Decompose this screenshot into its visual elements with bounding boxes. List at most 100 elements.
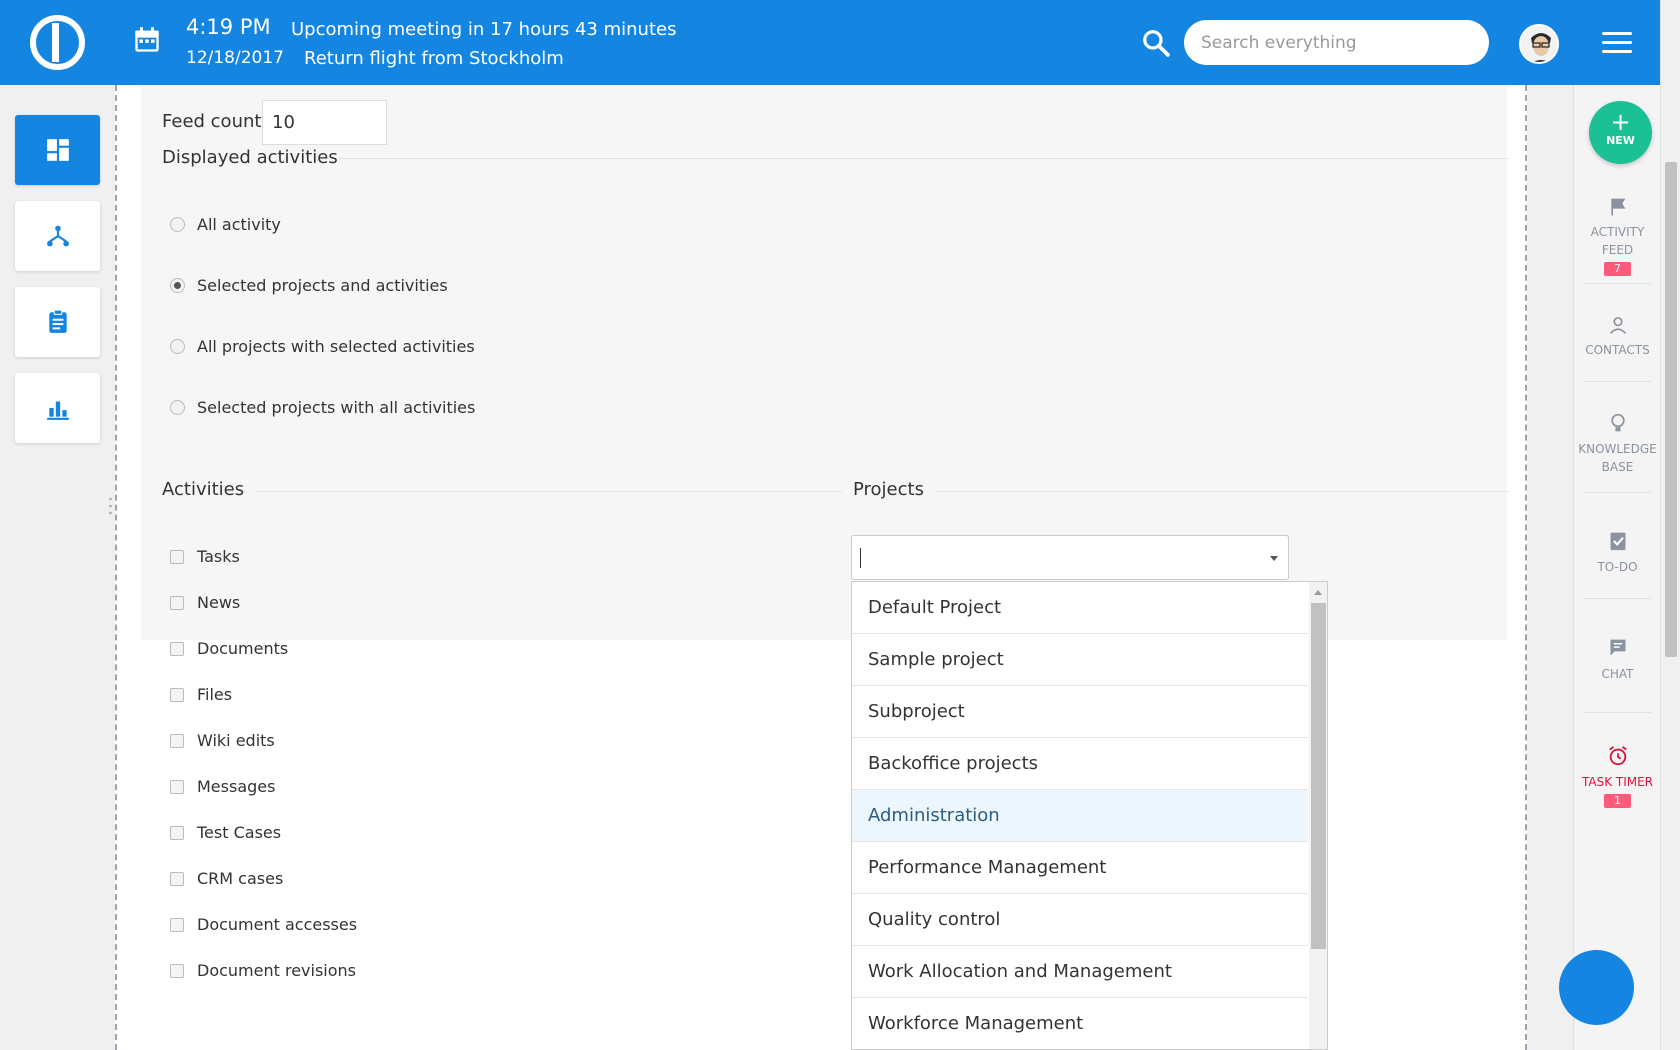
feed-count-label: Feed count <box>162 111 262 132</box>
task-timer-badge: 1 <box>1604 794 1631 808</box>
upcoming-event-link[interactable]: Return flight from Stockholm <box>304 48 564 69</box>
rail-divider <box>1584 712 1651 713</box>
chat-button[interactable]: CHAT <box>1574 637 1661 683</box>
user-avatar[interactable] <box>1519 24 1559 64</box>
checkbox-messages[interactable] <box>170 780 184 794</box>
checkbox-tasks[interactable] <box>170 550 184 564</box>
displayed-activities-label: Displayed activities <box>162 147 338 168</box>
chevron-down-icon[interactable] <box>1270 556 1278 561</box>
dropdown-option[interactable]: Workforce Management <box>852 998 1308 1049</box>
projects-nav-button[interactable] <box>15 201 100 271</box>
knowledge-base-button[interactable]: KNOWLEDGE BASE <box>1574 412 1661 476</box>
task-timer-button[interactable]: TASK TIMER 1 <box>1574 745 1661 809</box>
clipboard-icon <box>48 309 67 333</box>
calendar-icon[interactable] <box>133 26 161 54</box>
dropdown-scrollbar-thumb[interactable] <box>1311 603 1326 949</box>
radio-label-all-projects-with-selected-activities[interactable]: All projects with selected activities <box>197 337 475 356</box>
dropdown-option[interactable]: Quality control <box>852 894 1308 946</box>
dropdown-option[interactable]: Work Allocation and Management <box>852 946 1308 998</box>
checkbox-label-test-cases[interactable]: Test Cases <box>197 823 281 842</box>
activities-divider <box>257 491 842 492</box>
knowledge-base-label-1: KNOWLEDGE <box>1578 442 1657 456</box>
scroll-up-arrow-icon[interactable] <box>1314 590 1322 595</box>
checkbox-label-messages[interactable]: Messages <box>197 777 275 796</box>
checkbox-test-cases[interactable] <box>170 826 184 840</box>
checkbox-files[interactable] <box>170 688 184 702</box>
tasks-nav-button[interactable] <box>15 287 100 357</box>
dropdown-option-highlighted[interactable]: Administration <box>852 790 1308 842</box>
dropdown-option[interactable]: Backoffice projects <box>852 738 1308 790</box>
flag-icon <box>1610 198 1625 216</box>
checkbox-label-wiki-edits[interactable]: Wiki edits <box>197 731 275 750</box>
projects-divider <box>937 491 1509 492</box>
resize-grip-icon[interactable] <box>109 497 112 515</box>
plus-icon: + <box>1610 108 1631 136</box>
rail-divider <box>1584 598 1651 599</box>
app-logo-icon[interactable] <box>30 15 85 70</box>
checkbox-crm-cases[interactable] <box>170 872 184 886</box>
knowledge-base-label-2: BASE <box>1601 460 1634 474</box>
chat-bubble-icon <box>1610 639 1625 656</box>
person-icon <box>1609 317 1626 334</box>
radio-selected-projects-with-all-activities[interactable] <box>170 400 185 415</box>
upcoming-meeting-link[interactable]: Upcoming meeting in 17 hours 43 minutes <box>291 19 676 40</box>
floating-action-button[interactable] <box>1559 950 1634 1025</box>
section-divider <box>339 158 1509 159</box>
dropdown-option[interactable]: Default Project <box>852 582 1308 634</box>
contacts-button[interactable]: CONTACTS <box>1574 315 1661 359</box>
checkbox-document-accesses[interactable] <box>170 918 184 932</box>
radio-label-selected-projects-with-all-activities[interactable]: Selected projects with all activities <box>197 398 475 417</box>
todo-label: TO-DO <box>1597 560 1638 574</box>
checklist-icon <box>1610 532 1625 551</box>
contacts-label: CONTACTS <box>1585 343 1650 357</box>
checkbox-label-news[interactable]: News <box>197 593 240 612</box>
rail-divider <box>1584 381 1651 382</box>
projects-label: Projects <box>853 479 924 500</box>
feed-count-input[interactable] <box>262 100 387 145</box>
left-sidebar <box>0 85 115 1050</box>
dropdown-option[interactable]: Sample project <box>852 634 1308 686</box>
window-scrollbar[interactable] <box>1660 0 1680 1050</box>
top-bar: 4:19 PM 12/18/2017 Upcoming meeting in 1… <box>0 0 1660 85</box>
bar-chart-icon <box>46 401 69 420</box>
radio-all-activity[interactable] <box>170 217 185 232</box>
checkbox-label-documents[interactable]: Documents <box>197 639 288 658</box>
dropdown-option[interactable]: Performance Management <box>852 842 1308 894</box>
main-menu-icon[interactable] <box>1602 32 1632 54</box>
radio-all-projects-with-selected-activities[interactable] <box>170 339 185 354</box>
radio-label-selected-projects-and-activities[interactable]: Selected projects and activities <box>197 276 448 295</box>
task-timer-label: TASK TIMER <box>1581 775 1654 789</box>
chat-label: CHAT <box>1601 667 1634 681</box>
dashboard-nav-button[interactable] <box>15 115 100 185</box>
window-scrollbar-thumb[interactable] <box>1665 162 1677 657</box>
checkbox-wiki-edits[interactable] <box>170 734 184 748</box>
search-icon[interactable] <box>1141 28 1171 58</box>
text-cursor <box>860 548 861 568</box>
checkbox-label-tasks[interactable]: Tasks <box>197 547 240 566</box>
projects-select-input[interactable] <box>851 535 1289 580</box>
checkbox-document-revisions[interactable] <box>170 964 184 978</box>
reports-nav-button[interactable] <box>15 373 100 443</box>
new-button-label: NEW <box>1606 134 1635 147</box>
activity-feed-button[interactable]: ACTIVITY FEED 7 <box>1574 197 1661 277</box>
radio-label-all-activity[interactable]: All activity <box>197 215 281 234</box>
checkbox-label-document-revisions[interactable]: Document revisions <box>197 961 356 980</box>
checkbox-documents[interactable] <box>170 642 184 656</box>
new-button[interactable]: + NEW <box>1589 101 1652 164</box>
user-avatar-icon <box>1521 26 1557 62</box>
current-date: 12/18/2017 <box>186 48 284 68</box>
checkbox-label-files[interactable]: Files <box>197 685 232 704</box>
checkbox-label-crm-cases[interactable]: CRM cases <box>197 869 283 888</box>
rail-divider <box>1584 283 1651 284</box>
search-input[interactable] <box>1184 20 1489 65</box>
checkbox-label-document-accesses[interactable]: Document accesses <box>197 915 357 934</box>
checkbox-news[interactable] <box>170 596 184 610</box>
activity-feed-badge: 7 <box>1604 262 1631 276</box>
activity-feed-label-1: ACTIVITY <box>1590 225 1645 239</box>
dropdown-scrollbar[interactable] <box>1309 582 1327 1049</box>
radio-selected-projects-and-activities[interactable] <box>170 278 185 293</box>
right-rail: + NEW ACTIVITY FEED 7 CONTACTS KNOWLEDGE… <box>1573 85 1660 1050</box>
dropdown-option[interactable]: Subproject <box>852 686 1308 738</box>
current-time: 4:19 PM <box>186 15 271 39</box>
todo-button[interactable]: TO-DO <box>1574 530 1661 576</box>
